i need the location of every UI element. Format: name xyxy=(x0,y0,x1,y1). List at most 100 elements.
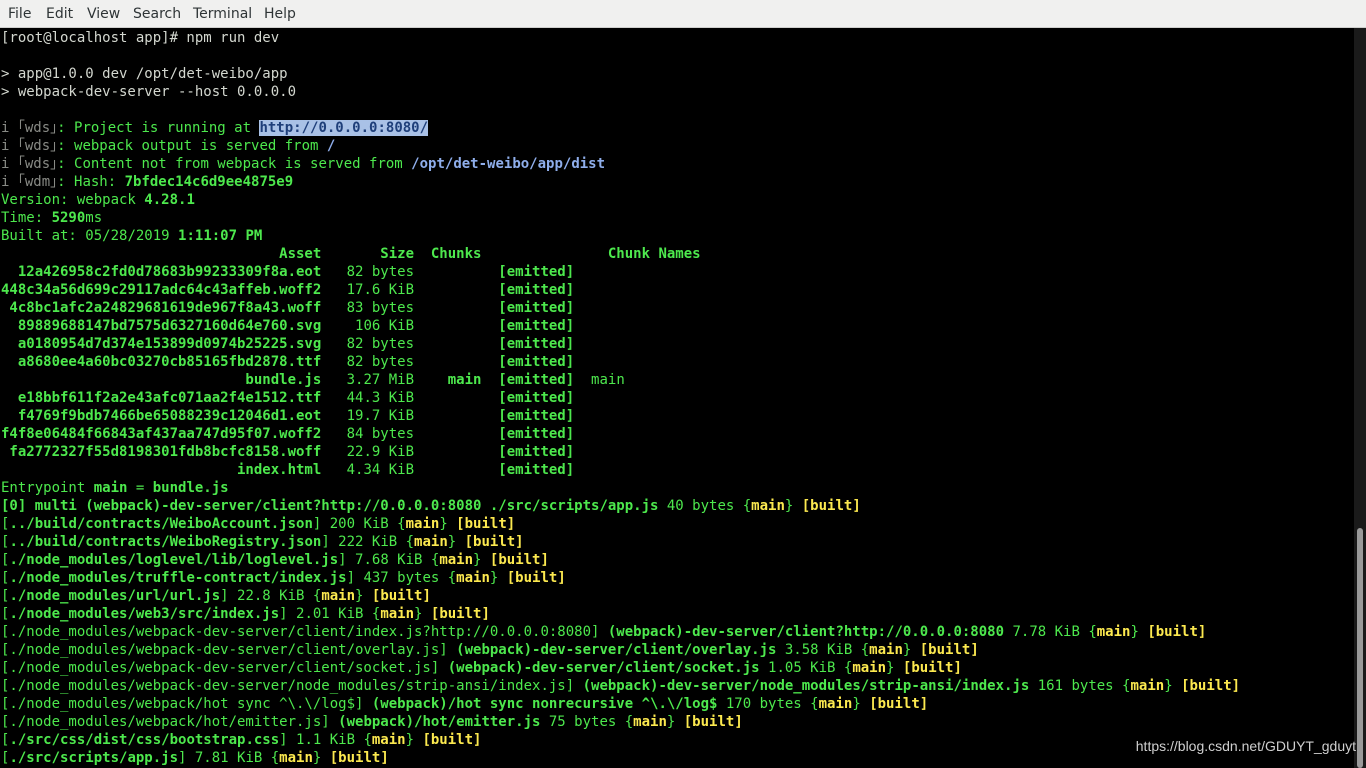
npm-script-line: > app@1.0.0 dev /opt/det-weibo/app xyxy=(1,66,288,82)
module-text: [built] xyxy=(1147,624,1207,640)
module-text: main xyxy=(456,570,490,586)
menu-search[interactable]: Search xyxy=(133,5,181,23)
module-text: } xyxy=(902,642,920,658)
table-row: fa2772327f55d8198301fdb8bcfc8158.woff 22… xyxy=(1,443,574,461)
module-text: (webpack)-dev-server/client/overlay.js xyxy=(456,642,777,658)
asset-chunks xyxy=(414,318,481,334)
module-text: [built] xyxy=(464,534,524,550)
menu-terminal[interactable]: Terminal xyxy=(193,5,252,23)
module-line: [./src/css/dist/css/bootstrap.css] 1.1 K… xyxy=(1,731,481,749)
module-line: [./src/scripts/app.js] 7.81 KiB {main} [… xyxy=(1,749,389,767)
module-line: [./node_modules/web3/src/index.js] 2.01 … xyxy=(1,605,490,623)
module-text: [built] xyxy=(329,750,389,766)
module-text: (webpack)-dev-server/node_modules/strip-… xyxy=(582,678,1030,694)
version-line: Version: webpack 4.28.1 xyxy=(1,192,195,208)
module-text: main xyxy=(852,660,887,676)
module-text: 161 bytes { xyxy=(1029,678,1131,694)
asset-chunks xyxy=(414,354,481,370)
server-url[interactable]: http://0.0.0.0:8080/ xyxy=(259,120,429,136)
asset-size: 4.34 KiB xyxy=(321,462,415,478)
module-text: main xyxy=(405,516,440,532)
menu-bar: File Edit View Search Terminal Help xyxy=(0,0,1366,28)
module-text: ] 7.81 KiB { xyxy=(178,750,280,766)
module-text: ./node_modules/loglevel/lib/loglevel.js xyxy=(9,552,339,568)
module-text: [built] xyxy=(1181,678,1241,694)
asset-status: [emitted] xyxy=(481,264,575,280)
module-text: [built] xyxy=(430,606,490,622)
table-row: index.html 4.34 KiB [emitted] xyxy=(1,461,574,479)
module-text: [./node_modules/webpack-dev-server/clien… xyxy=(1,642,457,658)
module-text: } xyxy=(414,606,431,622)
scrollbar-thumb[interactable] xyxy=(1357,528,1363,768)
asset-name: e18bbf611f2a2e43afc071aa2f4e1512.ttf xyxy=(1,390,322,406)
module-text: } xyxy=(886,660,903,676)
module-text: [./node_modules/webpack-dev-server/clien… xyxy=(1,660,448,676)
asset-status: [emitted] xyxy=(481,300,575,316)
asset-name: 12a426958c2fd0d78683b99233309f8a.eot xyxy=(1,264,322,280)
asset-status: [emitted] xyxy=(481,444,575,460)
module-text: main xyxy=(818,696,853,712)
asset-size: 82 bytes xyxy=(321,354,415,370)
module-text: } xyxy=(312,750,330,766)
wds-line: i ｢wds｣: Project is running at http://0.… xyxy=(1,120,429,136)
module-text: } xyxy=(439,516,457,532)
module-text: ] 222 KiB { xyxy=(321,534,415,550)
module-text: [built] xyxy=(489,552,549,568)
module-line: [../build/contracts/WeiboAccount.json] 2… xyxy=(1,515,515,533)
shell-prompt: [root@localhost app]# npm run dev xyxy=(1,30,280,46)
asset-name: f4769f9bdb7466be65088239c12046d1.eot xyxy=(1,408,322,424)
module-text: main xyxy=(869,642,903,658)
watermark: https://blog.csdn.net/GDUYT_gduyt xyxy=(1135,738,1356,754)
module-text: [built] xyxy=(371,588,431,604)
module-text: ../build/contracts/WeiboRegistry.json xyxy=(9,534,322,550)
menu-help[interactable]: Help xyxy=(264,5,296,23)
module-line: [../build/contracts/WeiboRegistry.json] … xyxy=(1,533,524,551)
module-line: [./node_modules/webpack/hot sync ^\.\/lo… xyxy=(1,695,928,713)
table-row: 12a426958c2fd0d78683b99233309f8a.eot 82 … xyxy=(1,263,574,281)
scrollbar[interactable] xyxy=(1354,28,1366,768)
asset-chunks xyxy=(414,336,481,352)
asset-chunks xyxy=(414,282,481,298)
table-row: e18bbf611f2a2e43afc071aa2f4e1512.ttf 44.… xyxy=(1,389,574,407)
asset-status: [emitted] xyxy=(481,336,575,352)
module-text: [built] xyxy=(902,660,962,676)
asset-size: 22.9 KiB xyxy=(321,444,415,460)
asset-size: 44.3 KiB xyxy=(321,390,415,406)
module-text: ./src/css/dist/css/bootstrap.css xyxy=(9,732,280,748)
module-text: main xyxy=(633,714,667,730)
asset-chunks xyxy=(414,444,481,460)
module-text: [0] multi (webpack)-dev-server/client?ht… xyxy=(1,498,659,514)
module-text: main xyxy=(1096,624,1131,640)
module-text: main xyxy=(1130,678,1165,694)
module-text: 3.58 KiB { xyxy=(776,642,870,658)
table-row: f4f8e06484f66843af437aa747d95f07.woff2 8… xyxy=(1,425,574,443)
module-text: } xyxy=(405,732,423,748)
asset-chunks xyxy=(414,462,481,478)
menu-view[interactable]: View xyxy=(87,5,120,23)
module-text: [built] xyxy=(506,570,566,586)
asset-table-header: Asset Size Chunks Chunk Names xyxy=(1,246,701,262)
module-text: 7.78 KiB { xyxy=(1004,624,1097,640)
module-text: ] 437 bytes { xyxy=(346,570,457,586)
terminal-output[interactable]: [root@localhost app]# npm run dev > app@… xyxy=(0,28,1354,768)
asset-chunks xyxy=(414,300,481,316)
asset-status: [emitted] xyxy=(481,408,575,424)
wdm-line: i ｢wdm｣: Hash: 7bfdec14c6d9ee4875e9 xyxy=(1,174,294,190)
wds-line: i ｢wds｣: Content not from webpack is ser… xyxy=(1,156,606,172)
module-line: [./node_modules/webpack-dev-server/clien… xyxy=(1,623,1206,641)
menu-edit[interactable]: Edit xyxy=(46,5,73,23)
menu-file[interactable]: File xyxy=(8,5,31,23)
asset-status: [emitted] xyxy=(481,282,575,298)
module-text: } xyxy=(852,696,870,712)
table-row: 4c8bc1afc2a24829681619de967f8a43.woff 83… xyxy=(1,299,574,317)
module-text: [./node_modules/webpack/hot sync ^\.\/lo… xyxy=(1,696,372,712)
module-text: } xyxy=(489,570,507,586)
module-text: ./node_modules/url/url.js xyxy=(9,588,221,604)
module-text: } xyxy=(355,588,372,604)
module-text: 75 bytes { xyxy=(540,714,634,730)
module-line: [./node_modules/webpack-dev-server/node_… xyxy=(1,677,1240,695)
module-text: (webpack)-dev-server/client?http://0.0.0… xyxy=(607,624,1005,640)
module-line: [0] multi (webpack)-dev-server/client?ht… xyxy=(1,497,861,515)
asset-name: bundle.js xyxy=(1,372,322,388)
module-text: [./node_modules/webpack-dev-server/node_… xyxy=(1,678,583,694)
